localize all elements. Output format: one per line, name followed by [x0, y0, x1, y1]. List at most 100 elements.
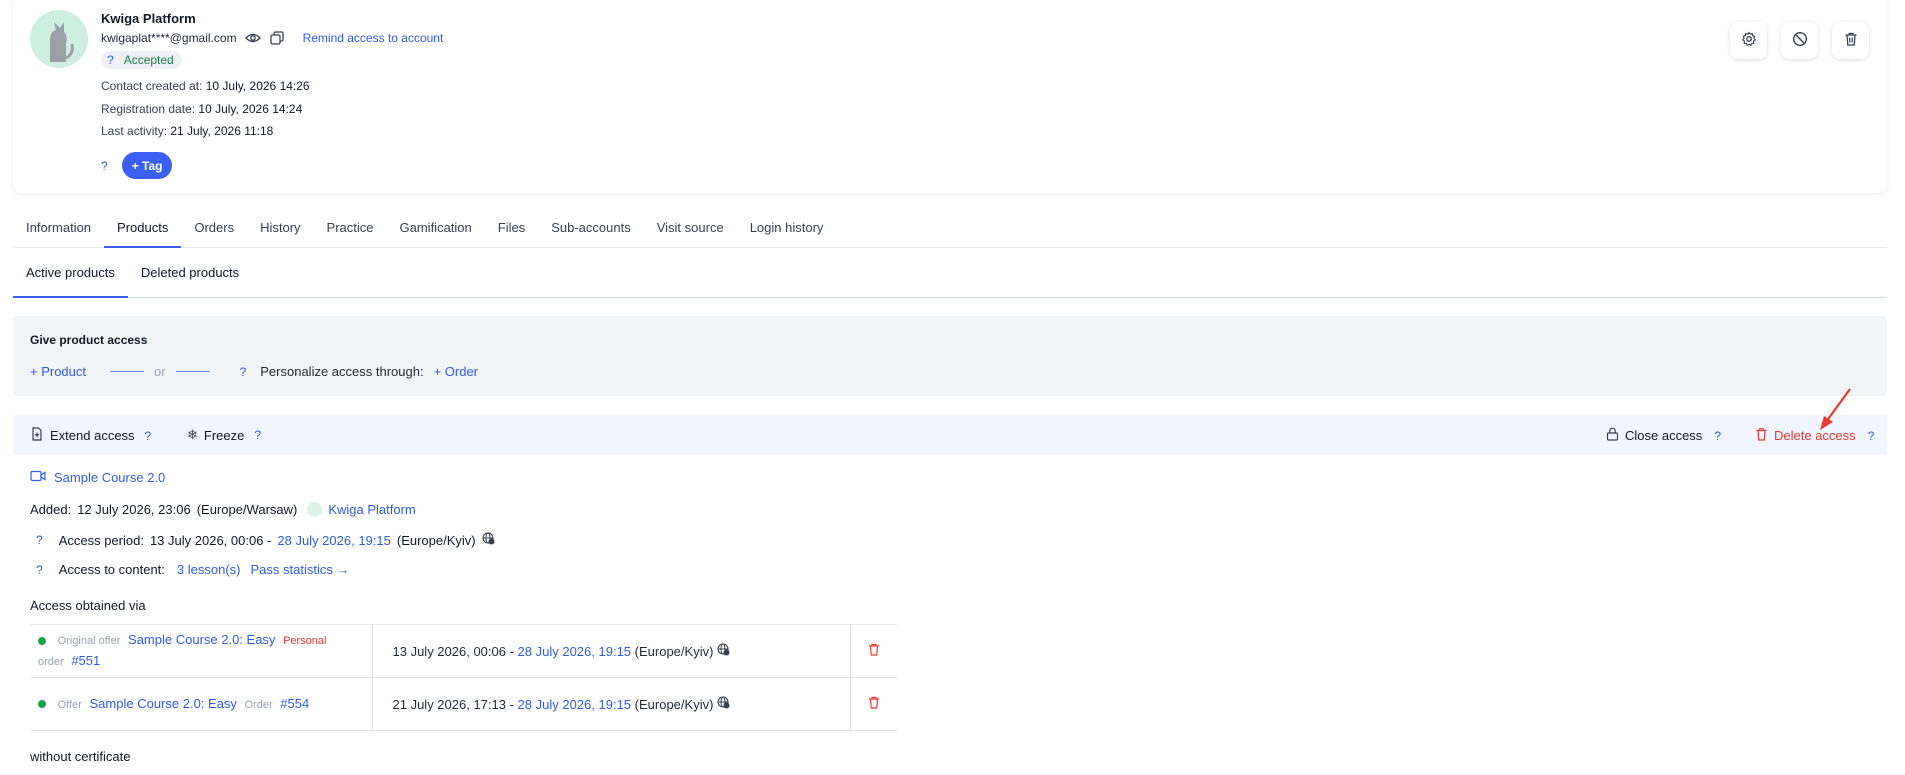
- product-subtabs: Active products Deleted products: [13, 260, 1887, 298]
- status-dot: [38, 700, 46, 709]
- contact-created: Contact created at: 10 July, 2026 14:26: [101, 79, 310, 93]
- tab-gamification[interactable]: Gamification: [387, 214, 485, 248]
- tab-orders[interactable]: Orders: [181, 214, 247, 248]
- tab-active-products[interactable]: Active products: [13, 260, 128, 298]
- period-end-link[interactable]: 28 July 2026, 19:15: [518, 644, 631, 659]
- added-row: Added: 12 July 2026, 23:06 (Europe/Warsa…: [30, 502, 416, 517]
- add-product-link[interactable]: + Product: [30, 364, 86, 379]
- access-content-row: ? Access to content: 3 lesson(s) Pass st…: [36, 562, 349, 577]
- offer-cell: Offer Sample Course 2.0: Easy Order #554: [30, 677, 372, 731]
- close-access-button[interactable]: Close access ?: [1606, 427, 1721, 444]
- copy-icon[interactable]: [269, 30, 285, 46]
- delete-contact-button[interactable]: [1832, 22, 1869, 59]
- tab-practice[interactable]: Practice: [314, 214, 387, 248]
- delete-access-button[interactable]: Delete access ?: [1755, 427, 1874, 444]
- status-row: ? Accepted: [101, 51, 182, 69]
- product-title-link[interactable]: Sample Course 2.0: [54, 470, 165, 485]
- tab-information[interactable]: Information: [13, 214, 104, 248]
- access-period-timezone: (Europe/Kyiv): [396, 532, 476, 548]
- period-end-link[interactable]: 28 July 2026, 19:15: [518, 697, 631, 712]
- offer-link[interactable]: Sample Course 2.0: Easy: [128, 632, 275, 647]
- extend-access-label: Extend access: [50, 428, 135, 443]
- tab-login-history[interactable]: Login history: [737, 214, 837, 248]
- block-icon: [1792, 31, 1808, 50]
- annotation-arrow-icon: [1820, 388, 1851, 430]
- access-via-table: Original offer Sample Course 2.0: Easy P…: [30, 624, 897, 731]
- access-action-bar: Extend access ? ❄ Freeze ? Close access …: [13, 415, 1887, 455]
- personalize-label: Personalize access through:: [260, 364, 424, 379]
- tag-help-icon[interactable]: ?: [101, 159, 108, 173]
- order-label: order: [38, 656, 64, 668]
- access-period-start: 13 July 2026, 00:06 -: [149, 532, 272, 548]
- offer-link[interactable]: Sample Course 2.0: Easy: [90, 696, 237, 711]
- freeze-button[interactable]: ❄ Freeze ?: [187, 427, 261, 443]
- block-button[interactable]: [1781, 22, 1818, 59]
- add-order-link[interactable]: + Order: [434, 364, 478, 379]
- trash-icon: [868, 696, 880, 712]
- tab-files[interactable]: Files: [485, 214, 538, 248]
- email-row: kwigaplat****@gmail.com Remind access to…: [101, 30, 443, 46]
- tab-products[interactable]: Products: [104, 214, 182, 248]
- settings-button[interactable]: [1730, 22, 1767, 59]
- last-activity-label: Last activity:: [101, 124, 168, 138]
- remind-access-link[interactable]: Remind access to account: [303, 31, 444, 45]
- contact-created-label: Contact created at:: [101, 79, 203, 93]
- profile-card: Kwiga Platform kwigaplat****@gmail.com R…: [13, 0, 1887, 193]
- registration-value: 10 July, 2026 14:24: [198, 102, 303, 116]
- order-label: Order: [244, 698, 273, 711]
- lessons-link[interactable]: 3 lesson(s): [177, 562, 241, 577]
- eye-icon[interactable]: [244, 30, 261, 46]
- registration-label: Registration date:: [101, 102, 196, 116]
- period-start: 13 July 2026, 00:06 -: [392, 644, 514, 659]
- globe-clock-icon: [482, 532, 495, 548]
- profile-actions: [1730, 22, 1869, 59]
- delete-row-button[interactable]: [850, 677, 897, 731]
- delete-row-button[interactable]: [850, 624, 897, 678]
- give-access-panel: Give product access + Product or ? Perso…: [13, 316, 1887, 396]
- offer-type-label: Original offer: [57, 635, 121, 647]
- added-value: 12 July 2026, 23:06: [77, 502, 191, 517]
- personal-badge: Personal: [283, 635, 327, 647]
- status-badge: ? Accepted: [101, 51, 182, 69]
- delete-help-icon[interactable]: ?: [1868, 429, 1875, 443]
- tab-history[interactable]: History: [247, 214, 313, 248]
- contact-created-value: 10 July, 2026 14:26: [205, 79, 310, 93]
- freeze-label: Freeze: [203, 427, 245, 443]
- status-help-icon[interactable]: ?: [107, 53, 114, 67]
- trash-icon: [1843, 31, 1859, 50]
- main-tabs: Information Products Orders History Prac…: [13, 214, 1887, 248]
- status-dot: [38, 636, 46, 645]
- period-cell: 13 July 2026, 00:06 - 28 July 2026, 19:1…: [371, 624, 851, 678]
- extend-access-button[interactable]: Extend access ?: [30, 427, 151, 444]
- added-by-link[interactable]: Kwiga Platform: [328, 502, 415, 517]
- pass-statistics-link[interactable]: Pass statistics →: [251, 562, 350, 577]
- order-link[interactable]: #554: [280, 696, 309, 711]
- close-help-icon[interactable]: ?: [1714, 429, 1721, 443]
- freeze-help-icon[interactable]: ?: [254, 428, 261, 442]
- product-title-row: Sample Course 2.0: [30, 470, 910, 485]
- trash-icon: [868, 643, 880, 659]
- divider: [175, 371, 210, 372]
- add-tag-button[interactable]: + Tag: [121, 152, 173, 179]
- offer-type-label: Offer: [57, 698, 82, 711]
- tab-deleted-products[interactable]: Deleted products: [128, 260, 252, 298]
- access-content-help-icon[interactable]: ?: [36, 563, 43, 577]
- certificate-status: without certificate: [30, 749, 131, 764]
- access-period-help-icon[interactable]: ?: [36, 533, 43, 547]
- user-avatar-icon: [307, 502, 323, 517]
- order-link[interactable]: #551: [71, 653, 100, 668]
- table-row: Offer Sample Course 2.0: Easy Order #554…: [30, 677, 897, 731]
- period-timezone: (Europe/Kyiv): [634, 697, 714, 712]
- contact-name: Kwiga Platform: [101, 11, 196, 26]
- access-period-label: Access period:: [58, 532, 144, 548]
- gear-icon: [1741, 31, 1757, 50]
- tab-sub-accounts[interactable]: Sub-accounts: [538, 214, 644, 248]
- tag-row: ? + Tag: [101, 152, 173, 179]
- give-access-row: + Product or ? Personalize access throug…: [30, 364, 478, 379]
- extend-help-icon[interactable]: ?: [145, 429, 152, 443]
- last-activity: Last activity: 21 July, 2026 11:18: [101, 124, 273, 138]
- personalize-help-icon[interactable]: ?: [240, 365, 247, 379]
- lock-icon: [1606, 427, 1619, 444]
- access-period-end-link[interactable]: 28 July 2026, 19:15: [277, 533, 390, 548]
- tab-visit-source[interactable]: Visit source: [644, 214, 737, 248]
